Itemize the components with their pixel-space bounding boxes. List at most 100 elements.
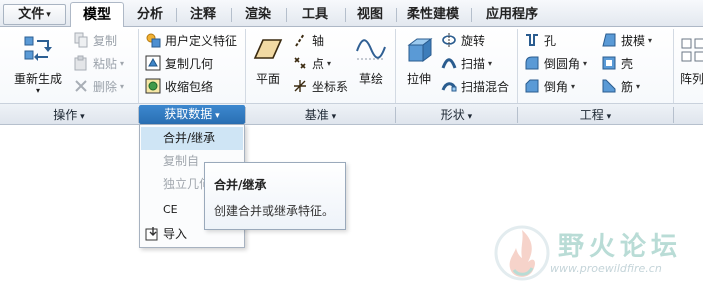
- forum-watermark: 野火论坛 www.proewildfire.cn: [490, 220, 703, 290]
- paste-caret-icon[interactable]: ▾: [120, 59, 124, 68]
- sweep-label: 扫描: [461, 56, 486, 71]
- delete-caret-icon[interactable]: ▾: [120, 82, 124, 91]
- csys-label: 坐标系: [312, 79, 349, 94]
- pattern-label: 阵列: [680, 72, 703, 86]
- copy-icon: [72, 31, 90, 49]
- chamfer-caret-icon[interactable]: ▾: [571, 82, 575, 91]
- group-label-operations[interactable]: 操作: [0, 107, 138, 123]
- sweep-icon: [440, 54, 458, 72]
- tab-flexible-modeling[interactable]: 柔性建模: [396, 4, 469, 27]
- regenerate-button[interactable]: 重新生成 ▾: [10, 33, 66, 95]
- revolve-label: 旋转: [461, 33, 486, 48]
- plane-icon: [253, 39, 283, 59]
- copy-button[interactable]: 复制: [72, 30, 117, 50]
- tab-applications[interactable]: 应用程序: [471, 4, 552, 27]
- rib-button[interactable]: 筋 ▾: [600, 76, 640, 96]
- extrude-label: 拉伸: [406, 72, 431, 86]
- tab-model[interactable]: 模型: [70, 2, 124, 28]
- tab-analysis[interactable]: 分析: [126, 4, 174, 27]
- rib-icon: [600, 77, 618, 95]
- swept-blend-icon: [440, 77, 458, 95]
- tab-annotate[interactable]: 注释: [176, 4, 229, 27]
- paste-label: 粘贴: [93, 56, 118, 71]
- copy-geometry-icon: [144, 54, 162, 72]
- hole-icon: [523, 31, 541, 49]
- chamfer-icon: [523, 77, 541, 95]
- group-label-shapes[interactable]: 形状: [396, 107, 517, 123]
- udf-button[interactable]: 用户定义特征: [144, 30, 237, 50]
- revolve-icon: [440, 31, 458, 49]
- sketch-icon: [356, 39, 386, 60]
- flame-logo-icon: [494, 225, 550, 281]
- draft-caret-icon[interactable]: ▾: [648, 36, 652, 45]
- copy-geometry-button[interactable]: 复制几何: [144, 53, 213, 73]
- csys-button[interactable]: 坐标系: [291, 76, 348, 96]
- round-button[interactable]: 倒圆角 ▾: [523, 53, 587, 73]
- ribbon-tab-bar: 文件 模型 分析 注释 渲染 工具 视图 柔性建模 应用程序: [0, 0, 703, 28]
- group-divider: [673, 107, 674, 123]
- round-caret-icon[interactable]: ▾: [583, 59, 587, 68]
- group-label-get-data[interactable]: 获取数据: [139, 105, 245, 124]
- ribbon-group-labels: 操作 获取数据 基准 形状 工程: [0, 103, 703, 125]
- regenerate-label: 重新生成: [13, 72, 62, 86]
- regenerate-caret-icon[interactable]: ▾: [10, 87, 66, 95]
- sketch-label: 草绘: [358, 72, 383, 86]
- sweep-caret-icon[interactable]: ▾: [488, 59, 492, 68]
- rib-caret-icon[interactable]: ▾: [636, 82, 640, 91]
- revolve-button[interactable]: 旋转: [440, 30, 485, 50]
- udf-icon: [144, 31, 162, 49]
- swept-blend-button[interactable]: 扫描混合: [440, 76, 509, 96]
- hole-button[interactable]: 孔: [523, 30, 556, 50]
- axis-label: 轴: [312, 33, 325, 48]
- delete-label: 删除: [93, 79, 118, 94]
- shell-icon: [600, 54, 618, 72]
- shrinkwrap-icon: [144, 77, 162, 95]
- pattern-button[interactable]: 阵列: [676, 33, 703, 87]
- swept-blend-label: 扫描混合: [461, 79, 510, 94]
- group-label-datum[interactable]: 基准: [246, 107, 395, 123]
- menu-item-merge-inheritance[interactable]: 合并/继承: [141, 127, 243, 150]
- shrinkwrap-button[interactable]: 收缩包络: [144, 76, 213, 96]
- sketch-button[interactable]: 草绘: [354, 33, 388, 87]
- pattern-icon: [681, 38, 703, 62]
- point-label: 点: [312, 56, 325, 71]
- paste-icon: [72, 54, 90, 72]
- draft-button[interactable]: 拔模 ▾: [600, 30, 652, 50]
- draft-icon: [600, 31, 618, 49]
- shell-label: 壳: [621, 56, 634, 71]
- tab-render[interactable]: 渲染: [231, 4, 284, 27]
- delete-icon: [72, 77, 90, 95]
- watermark-url: www.proewildfire.cn: [550, 262, 662, 275]
- sweep-button[interactable]: 扫描 ▾: [440, 53, 492, 73]
- tab-tools[interactable]: 工具: [286, 4, 343, 27]
- point-icon: [291, 54, 309, 72]
- plane-button[interactable]: 平面: [251, 33, 285, 87]
- group-divider: [673, 29, 674, 103]
- rib-label: 筋: [621, 79, 634, 94]
- axis-button[interactable]: 轴: [291, 30, 324, 50]
- point-button[interactable]: 点 ▾: [291, 53, 331, 73]
- shrinkwrap-label: 收缩包络: [165, 79, 214, 94]
- group-divider: [245, 29, 246, 103]
- round-icon: [523, 54, 541, 72]
- extrude-icon: [407, 38, 433, 62]
- extrude-button[interactable]: 拉伸: [401, 33, 437, 87]
- round-label: 倒圆角: [544, 56, 581, 71]
- draft-label: 拔模: [621, 33, 646, 48]
- hole-label: 孔: [544, 33, 557, 48]
- udf-label: 用户定义特征: [165, 33, 238, 48]
- copy-label: 复制: [93, 33, 118, 48]
- delete-button[interactable]: 删除 ▾: [72, 76, 124, 96]
- chamfer-button[interactable]: 倒角 ▾: [523, 76, 575, 96]
- group-divider: [517, 29, 518, 103]
- watermark-text: 野火论坛: [558, 232, 683, 262]
- tooltip-description: 创建合并或继承特征。: [214, 204, 335, 218]
- paste-button[interactable]: 粘贴 ▾: [72, 53, 124, 73]
- axis-icon: [291, 31, 309, 49]
- tab-file[interactable]: 文件: [3, 4, 66, 25]
- shell-button[interactable]: 壳: [600, 53, 633, 73]
- plane-label: 平面: [255, 72, 280, 86]
- tab-view[interactable]: 视图: [345, 4, 394, 27]
- point-caret-icon[interactable]: ▾: [327, 59, 331, 68]
- group-label-engineering[interactable]: 工程: [518, 107, 673, 123]
